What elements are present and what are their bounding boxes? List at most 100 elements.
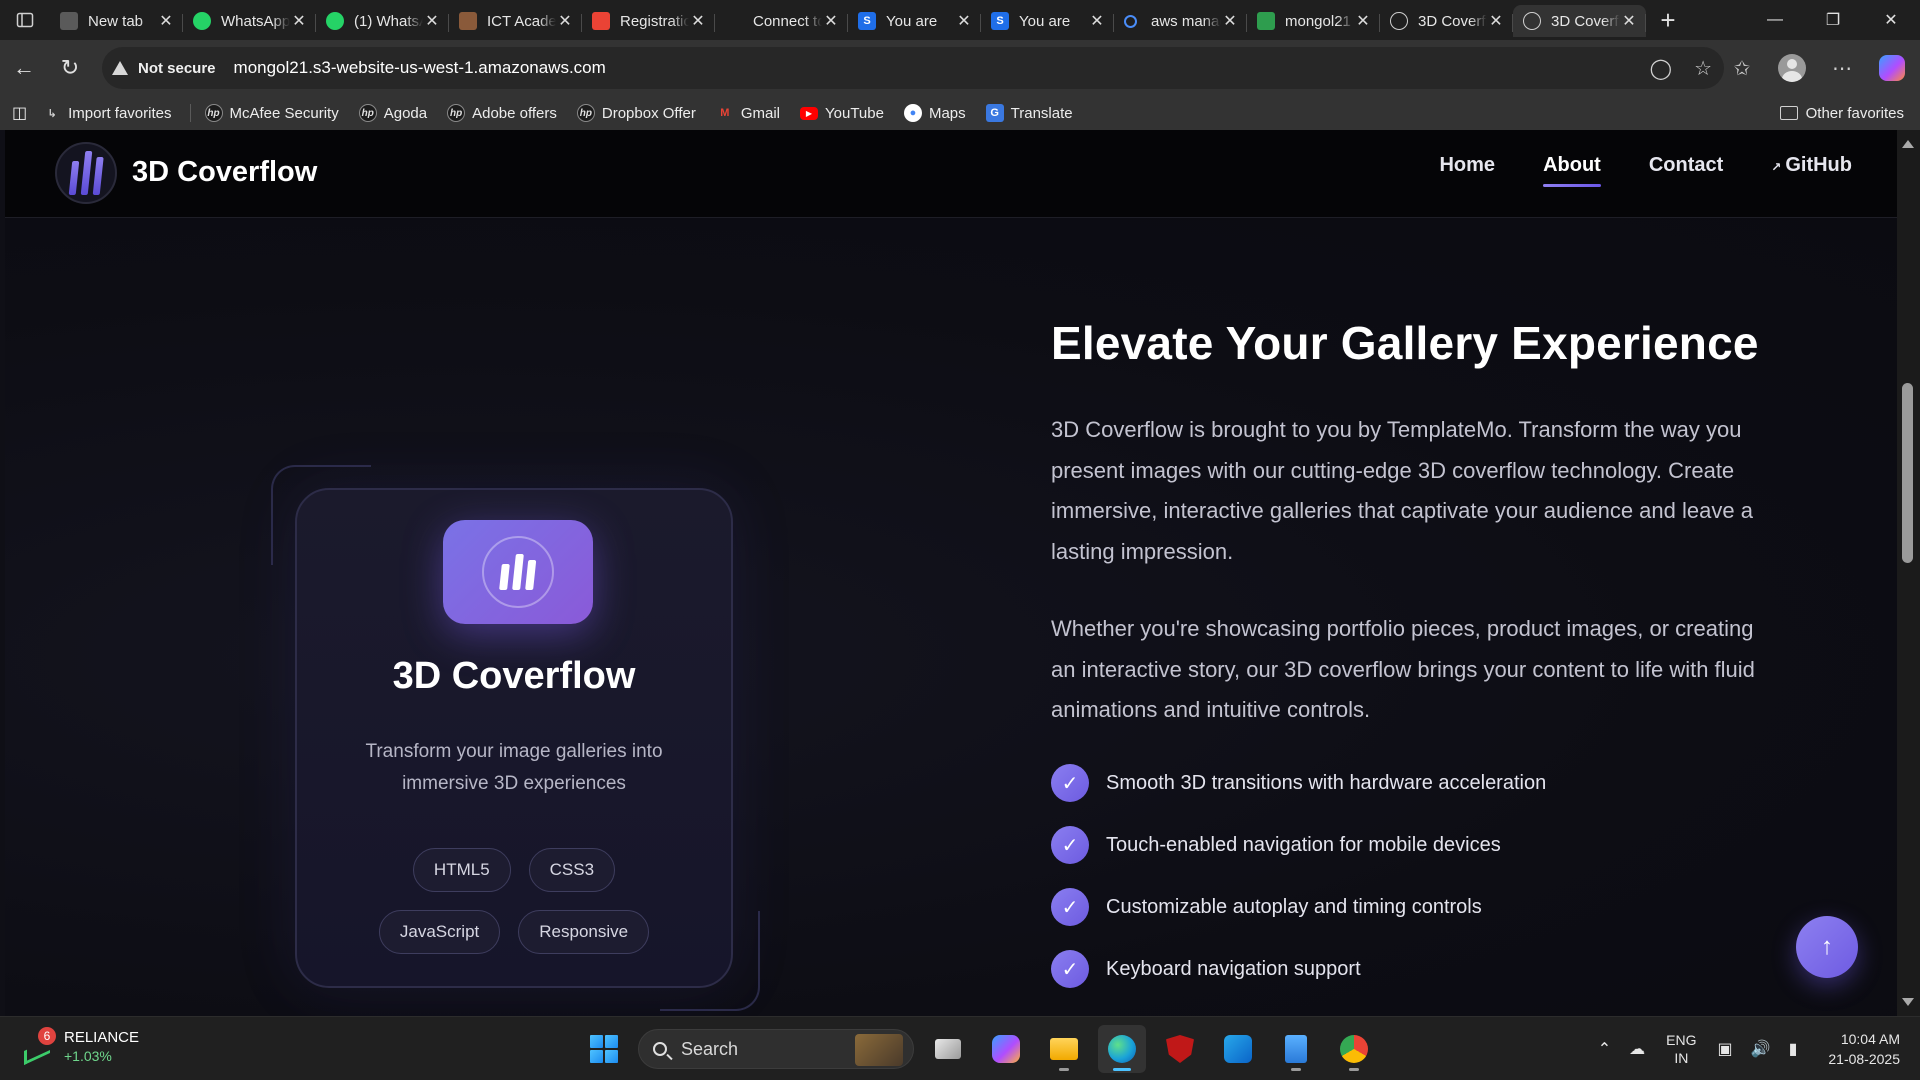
scrollbar-thumb[interactable] — [1902, 383, 1913, 563]
nav-label: Contact — [1648, 154, 1724, 176]
url-text[interactable]: mongol21.s3-website-us-west-1.amazonaws.… — [234, 58, 606, 78]
tab-close-icon[interactable]: ✕ — [1620, 11, 1638, 31]
favorite-item[interactable]: ● Maps — [903, 104, 966, 122]
outlook-icon — [1224, 1035, 1252, 1063]
site-logo[interactable] — [55, 142, 117, 204]
feature-text: Touch-enabled navigation for mobile devi… — [1106, 833, 1501, 856]
tab-close-icon[interactable]: ✕ — [1088, 11, 1106, 31]
site-info-button[interactable]: Not secure — [112, 60, 216, 77]
language-indicator[interactable]: ENG IN — [1666, 1031, 1696, 1067]
onedrive-cloud-icon[interactable]: ☁ — [1629, 1039, 1645, 1059]
favorite-item[interactable]: hp Adobe offers — [447, 104, 557, 122]
refresh-button[interactable]: ↻ — [48, 46, 92, 90]
nav-about[interactable]: About — [1543, 154, 1601, 187]
tab-label: aws management — [1151, 12, 1221, 30]
copilot-app-button[interactable] — [982, 1025, 1030, 1073]
nav-contact[interactable]: Contact — [1649, 154, 1723, 187]
browser-tab[interactable]: S You are ✕ — [848, 5, 981, 37]
favorites-bar: ◫ ↳ Import favorites hp McAfee Security hp Ag… — [0, 96, 1920, 130]
show-hidden-icons-chevron-icon[interactable]: ⌃ — [1598, 1039, 1611, 1059]
browser-tab[interactable]: Connect to a✕ — [715, 5, 848, 37]
back-button[interactable]: ← — [2, 46, 46, 90]
minimize-button[interactable]: — — [1746, 0, 1804, 40]
collections-icon[interactable]: ◫ — [12, 103, 27, 123]
tab-label: 3D Coverflow — [1418, 12, 1487, 30]
favorites-star-icon: ✩ — [1733, 57, 1751, 80]
start-button[interactable] — [580, 1025, 628, 1073]
scroll-up-arrow-icon[interactable] — [1902, 140, 1914, 148]
browser-tab[interactable]: 3D Coverflow✕ — [1513, 5, 1646, 37]
tab-close-icon[interactable]: ✕ — [689, 11, 707, 31]
youtube-icon: ▶ — [800, 106, 818, 120]
mcafee-app-button[interactable] — [1156, 1025, 1204, 1073]
tab-close-icon[interactable]: ✕ — [1487, 11, 1505, 31]
tab-close-icon[interactable]: ✕ — [955, 11, 973, 31]
arrow-up-icon: ↑ — [1821, 933, 1833, 960]
import-icon: ↳ — [47, 107, 57, 120]
task-view-button[interactable] — [924, 1025, 972, 1073]
favorite-item[interactable]: G Translate — [985, 104, 1073, 122]
site-title[interactable]: 3D Coverflow — [132, 156, 317, 189]
new-tab-button[interactable]: + — [1646, 0, 1690, 40]
favorite-item[interactable]: ▶ YouTube — [800, 105, 884, 122]
reading-options-icon[interactable]: ◯ — [1650, 56, 1672, 81]
tech-tags: HTML5 CSS3 JavaScript Responsive — [297, 848, 731, 954]
browser-tab[interactable]: (1) WhatsApp✕ — [316, 5, 449, 37]
taskbar-search[interactable]: Search — [638, 1029, 914, 1069]
tab-actions-button[interactable] — [0, 0, 50, 40]
tech-tag: JavaScript — [378, 910, 501, 954]
newtab-icon — [60, 12, 78, 30]
logo-bars-icon — [68, 151, 104, 195]
tab-close-icon[interactable]: ✕ — [423, 11, 441, 31]
maps-icon: ● — [903, 104, 922, 122]
tab-close-icon[interactable]: ✕ — [556, 11, 574, 31]
address-bar[interactable]: Not secure mongol21.s3-website-us-west-1… — [102, 47, 1724, 89]
tab-close-icon[interactable]: ✕ — [157, 11, 175, 31]
browser-tab[interactable]: New tab ✕ — [50, 5, 183, 37]
tab-close-icon[interactable]: ✕ — [290, 11, 308, 31]
other-favorites[interactable]: Other favorites — [1779, 105, 1904, 122]
browser-tab[interactable]: ICT Academy✕ — [449, 5, 582, 37]
add-favorite-icon[interactable]: ☆ — [1694, 56, 1712, 81]
nav-label: About — [1543, 154, 1601, 176]
browser-tab[interactable]: aws management✕ — [1114, 5, 1247, 37]
close-window-button[interactable]: ✕ — [1862, 0, 1920, 40]
clock[interactable]: 10:04 AM 21-08-2025 — [1828, 1029, 1900, 1069]
tab-close-icon[interactable]: ✕ — [1354, 11, 1372, 31]
favorite-item[interactable]: ↳ Import favorites — [43, 104, 172, 122]
favorite-item[interactable]: hp McAfee Security — [204, 104, 339, 122]
browser-tab[interactable]: mongol21 ✕ — [1247, 5, 1380, 37]
file-explorer-button[interactable] — [1040, 1025, 1088, 1073]
restore-button[interactable]: ❐ — [1804, 0, 1862, 40]
copilot-button[interactable] — [1874, 50, 1910, 86]
volume-icon[interactable]: 🔊 — [1751, 1039, 1771, 1059]
card-logo — [443, 520, 593, 624]
favorite-item[interactable]: hp Agoda — [358, 104, 427, 122]
page-scrollbar[interactable] — [1897, 130, 1920, 1016]
browser-tab[interactable]: WhatsApp ✕ — [183, 5, 316, 37]
edge-app-button[interactable] — [1098, 1025, 1146, 1073]
battery-icon[interactable]: ▮ — [1789, 1039, 1798, 1059]
favorite-item[interactable]: M Gmail — [716, 104, 780, 122]
favorite-item[interactable]: hp Dropbox Offer — [576, 104, 696, 122]
browser-tab[interactable]: Registration✕ — [582, 5, 715, 37]
scroll-to-top-button[interactable]: ↑ — [1796, 916, 1858, 978]
outlook-app-button[interactable] — [1214, 1025, 1262, 1073]
hp-icon: hp — [358, 104, 377, 122]
network-icon[interactable]: ▣ — [1718, 1039, 1733, 1059]
chrome-app-button[interactable] — [1330, 1025, 1378, 1073]
browser-tab[interactable]: S You are ✕ — [981, 5, 1114, 37]
nav-label: Home — [1439, 154, 1496, 176]
windows-taskbar: 6 RELIANCE +1.03% Search ⌃ ☁ ENG IN ▣ 🔊 … — [0, 1016, 1920, 1080]
scroll-down-arrow-icon[interactable] — [1902, 998, 1914, 1006]
nav-github[interactable]: ↗ GitHub — [1771, 154, 1852, 187]
tab-close-icon[interactable]: ✕ — [1221, 11, 1239, 31]
favorites-button[interactable]: ✩ — [1724, 50, 1760, 86]
browser-tab[interactable]: 3D Coverflow✕ — [1380, 5, 1513, 37]
settings-more-button[interactable]: ⋯ — [1824, 50, 1860, 86]
notepad-app-button[interactable] — [1272, 1025, 1320, 1073]
profile-button[interactable] — [1774, 50, 1810, 86]
tab-close-icon[interactable]: ✕ — [822, 11, 840, 31]
nav-home[interactable]: Home — [1439, 154, 1495, 187]
stock-widget[interactable]: 6 RELIANCE +1.03% — [22, 1027, 139, 1066]
